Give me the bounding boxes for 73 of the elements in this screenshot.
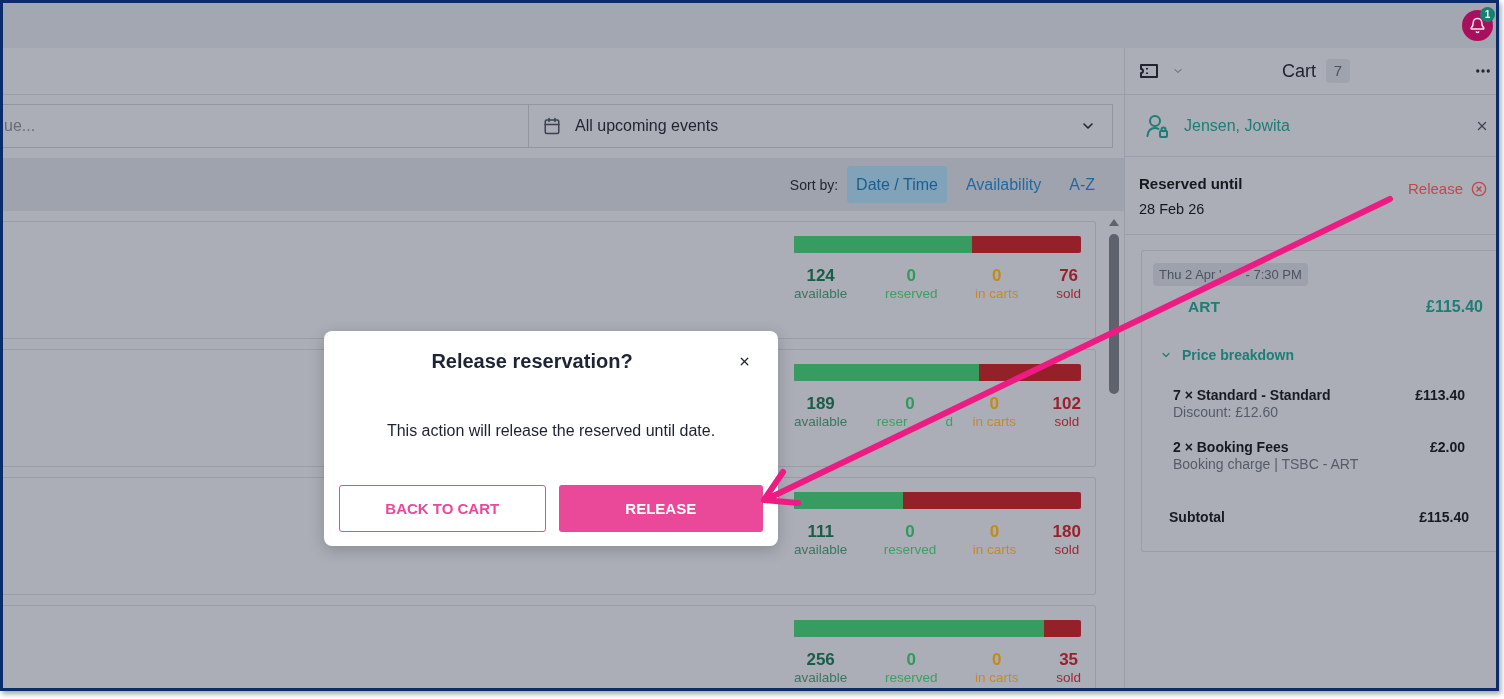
stat-value: 0 bbox=[989, 522, 1000, 542]
cart-count-badge: 7 bbox=[1326, 59, 1350, 83]
stat-label: reserved bbox=[883, 542, 937, 558]
stat-value: 0 bbox=[989, 394, 1000, 414]
line-item-price: £2.00 bbox=[1429, 439, 1465, 456]
stat-label: reserved bbox=[884, 286, 938, 302]
event-card[interactable]: 256 available 0 reserved 0 in carts 35 sold bbox=[3, 605, 1096, 688]
line-item-detail: Discount: £12.60 bbox=[1173, 404, 1280, 421]
stat-value: 76 bbox=[1059, 266, 1079, 286]
stat-label: in carts bbox=[972, 542, 1017, 558]
calendar-icon bbox=[543, 117, 561, 135]
stat-label: in carts bbox=[975, 670, 1019, 686]
confirm-button[interactable]: RELEASE bbox=[558, 485, 763, 532]
stat-label: reser bbox=[876, 414, 908, 430]
stat-value: 256 bbox=[806, 650, 835, 670]
sort-option[interactable]: Availability bbox=[956, 166, 1051, 203]
item-title: ART bbox=[1188, 297, 1220, 316]
bell-icon bbox=[1469, 17, 1486, 34]
search-field[interactable]: ue... bbox=[3, 104, 529, 148]
reserved-until-date: 28 Feb 26 bbox=[1139, 200, 1206, 218]
stat-label: reserved bbox=[884, 670, 938, 686]
date-filter-dropdown[interactable]: All upcoming events bbox=[529, 104, 1113, 148]
price-breakdown-toggle[interactable]: Price breakdown bbox=[1160, 346, 1295, 364]
stat-value: 124 bbox=[806, 266, 835, 286]
line-item-name: 2 × Booking Fees bbox=[1173, 439, 1290, 456]
dialog-title: Release reservation? bbox=[430, 349, 634, 373]
customer-name-link[interactable]: Jensen, Jowita bbox=[1184, 116, 1290, 135]
circle-x-icon bbox=[1471, 180, 1487, 197]
stat-label: in carts bbox=[975, 286, 1019, 302]
stat-value: 0 bbox=[905, 522, 915, 542]
sort-option[interactable]: A-Z bbox=[1060, 166, 1104, 203]
subtotal-value: £115.40 bbox=[1419, 509, 1469, 526]
stat-value: 0 bbox=[906, 650, 916, 670]
stat-value: 0 bbox=[906, 266, 916, 286]
line-item-name: 7 × Standard - Standard bbox=[1173, 387, 1332, 404]
stat-label: available bbox=[794, 414, 848, 430]
person-lock-icon bbox=[1146, 113, 1168, 138]
stat-value: 102 bbox=[1052, 394, 1081, 414]
date-text: Thu 2 Apr ' bbox=[1159, 266, 1222, 283]
stat-value: 0 bbox=[905, 394, 915, 414]
date-text: - 7:30 PM bbox=[1245, 266, 1302, 283]
line-item-price: £113.40 bbox=[1415, 387, 1465, 404]
stat-value: 0 bbox=[992, 266, 1002, 286]
stat-value: 0 bbox=[992, 650, 1002, 670]
release-link[interactable]: Release bbox=[1407, 180, 1487, 197]
stat-label: available bbox=[794, 542, 848, 558]
stat-label: d bbox=[945, 414, 954, 430]
stat-label: available bbox=[794, 670, 848, 686]
scroll-up-icon[interactable] bbox=[1109, 219, 1119, 226]
cart-type-dropdown[interactable] bbox=[1140, 64, 1184, 78]
sort-option[interactable]: Date / Time bbox=[847, 166, 947, 203]
sort-label: Sort by: bbox=[789, 176, 839, 193]
stat-value: 35 bbox=[1059, 650, 1079, 670]
reserved-until-label: Reserved until bbox=[1139, 174, 1243, 193]
line-item-detail: Booking charge | TSBC - ART bbox=[1173, 456, 1360, 473]
cancel-button[interactable]: BACK TO CART bbox=[339, 485, 546, 532]
stat-label: sold bbox=[1054, 414, 1080, 430]
subtotal-label: Subtotal bbox=[1169, 509, 1225, 526]
stat-label: sold bbox=[1056, 286, 1081, 302]
item-price: £115.40 bbox=[1426, 297, 1483, 316]
stat-value: 180 bbox=[1052, 522, 1081, 542]
dialog-message: This action will release the reserved until date. bbox=[385, 421, 717, 441]
cart-title: Cart bbox=[1282, 60, 1316, 82]
stat-value: 189 bbox=[806, 394, 835, 414]
scrollbar-thumb[interactable] bbox=[1109, 234, 1119, 394]
notifications-button[interactable]: 1 bbox=[1462, 10, 1493, 41]
stat-label: sold bbox=[1056, 670, 1081, 686]
stat-label: in carts bbox=[972, 414, 1017, 430]
ticket-icon bbox=[1140, 64, 1158, 78]
stat-label: available bbox=[794, 286, 848, 302]
notification-badge: 1 bbox=[1480, 7, 1495, 22]
stat-label: sold bbox=[1054, 542, 1080, 558]
stat-value: 111 bbox=[807, 522, 834, 542]
